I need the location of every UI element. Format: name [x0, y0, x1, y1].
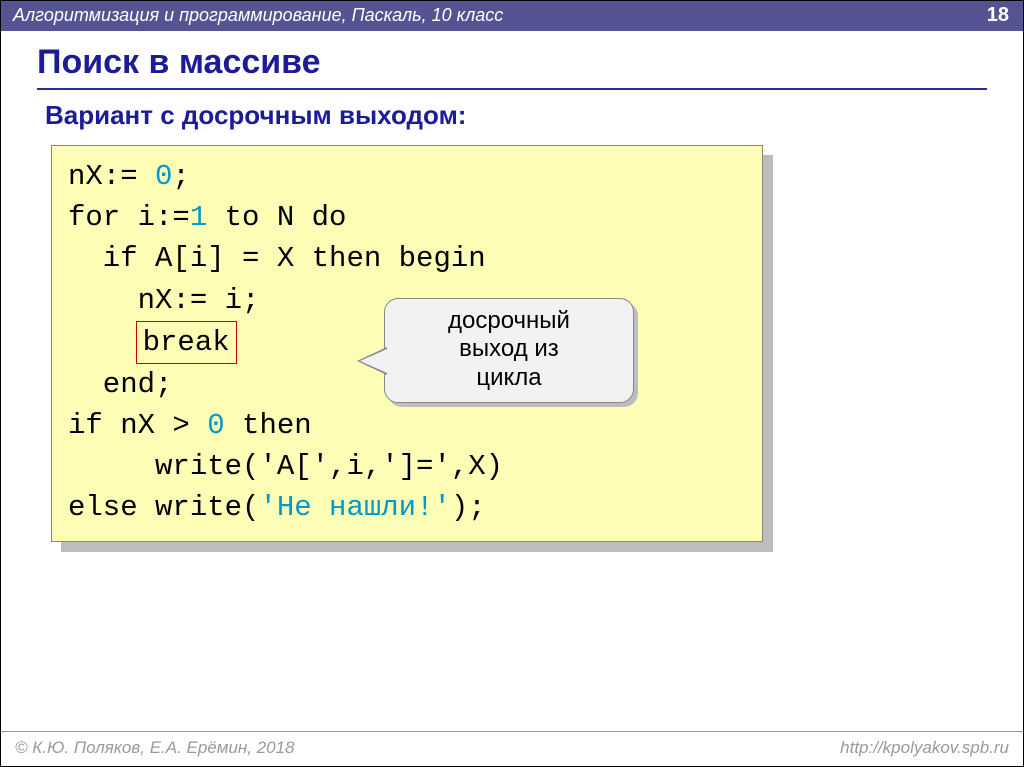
code-line-9: else write('Не нашли!');: [68, 487, 746, 528]
footer-url: http://kpolyakov.spb.ru: [840, 738, 1009, 758]
break-highlight: break: [136, 321, 237, 364]
course-title: Алгоритмизация и программирование, Паска…: [13, 5, 503, 26]
callout-line-3: цикла: [393, 364, 625, 392]
content-area: Поиск в массиве Вариант с досрочным выхо…: [1, 31, 1023, 542]
slide: Алгоритмизация и программирование, Паска…: [0, 0, 1024, 767]
callout-bubble: досрочный выход из цикла: [384, 298, 634, 403]
title-rule: [37, 88, 987, 90]
code-line-2: for i:=1 to N do: [68, 197, 746, 238]
code-container: nX:= 0; for i:=1 to N do if A[i] = X the…: [51, 145, 763, 542]
header-bar: Алгоритмизация и программирование, Паска…: [1, 1, 1023, 31]
slide-title: Поиск в массиве: [37, 43, 987, 82]
code-line-8: write('A[',i,']=',X): [68, 446, 746, 487]
callout-line-1: досрочный: [393, 307, 625, 335]
code-line-7: if nX > 0 then: [68, 405, 746, 446]
code-line-1: nX:= 0;: [68, 156, 746, 197]
callout-line-2: выход из: [393, 335, 625, 363]
footer-bar: © К.Ю. Поляков, Е.А. Ерёмин, 2018 http:/…: [1, 731, 1023, 766]
slide-subtitle: Вариант с досрочным выходом:: [45, 100, 987, 131]
code-line-3: if A[i] = X then begin: [68, 238, 746, 279]
page-number: 18: [987, 4, 1009, 27]
code-box: nX:= 0; for i:=1 to N do if A[i] = X the…: [51, 145, 763, 542]
footer-copyright: © К.Ю. Поляков, Е.А. Ерёмин, 2018: [15, 738, 295, 758]
